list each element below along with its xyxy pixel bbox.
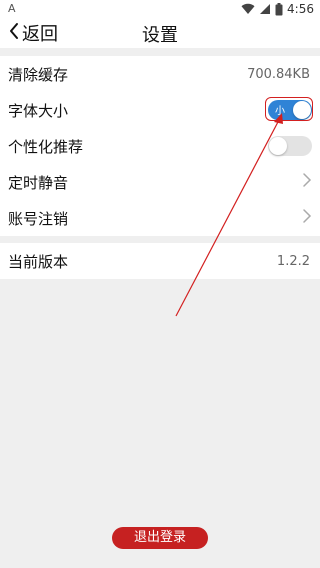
wifi-icon [241,3,255,15]
chevron-right-icon [302,172,312,192]
status-bar: A 4:56 [0,0,320,18]
toggle-knob [293,101,311,119]
font-size-label: 字体大小 [8,101,69,120]
scheduled-mute-label: 定时静音 [8,173,69,192]
clear-cache-row[interactable]: 清除缓存 700.84KB [0,56,320,92]
settings-list: 清除缓存 700.84KB 字体大小 小 个性化推荐 定时静音 账号注销 [0,56,320,236]
version-section: 当前版本 1.2.2 [0,243,320,279]
version-value: 1.2.2 [276,253,310,269]
logout-button[interactable]: 退出登录 [112,527,208,549]
account-cancel-label: 账号注销 [8,209,69,228]
battery-icon [275,2,283,16]
version-label: 当前版本 [8,252,69,271]
nav-header: 返回 设置 [0,18,320,48]
font-size-row: 字体大小 小 [0,92,320,128]
personalized-recommend-row: 个性化推荐 [0,128,320,164]
font-size-toggle-text: 小 [275,106,285,117]
chevron-right-icon [302,208,312,228]
font-size-toggle[interactable]: 小 [268,100,312,120]
personalized-recommend-label: 个性化推荐 [8,137,84,156]
back-label: 返回 [22,24,58,45]
clear-cache-label: 清除缓存 [8,65,69,84]
account-cancel-row[interactable]: 账号注销 [0,200,320,236]
personalized-recommend-toggle[interactable] [268,136,312,156]
signal-icon [259,3,271,15]
toggle-knob [269,137,287,155]
scheduled-mute-row[interactable]: 定时静音 [0,164,320,200]
chevron-left-icon [8,22,20,44]
back-button[interactable]: 返回 [8,21,58,45]
app-notification-glyph: A [8,2,16,15]
cache-size-value: 700.84KB [247,66,310,82]
clock-time: 4:56 [287,2,314,16]
version-row: 当前版本 1.2.2 [0,243,320,279]
